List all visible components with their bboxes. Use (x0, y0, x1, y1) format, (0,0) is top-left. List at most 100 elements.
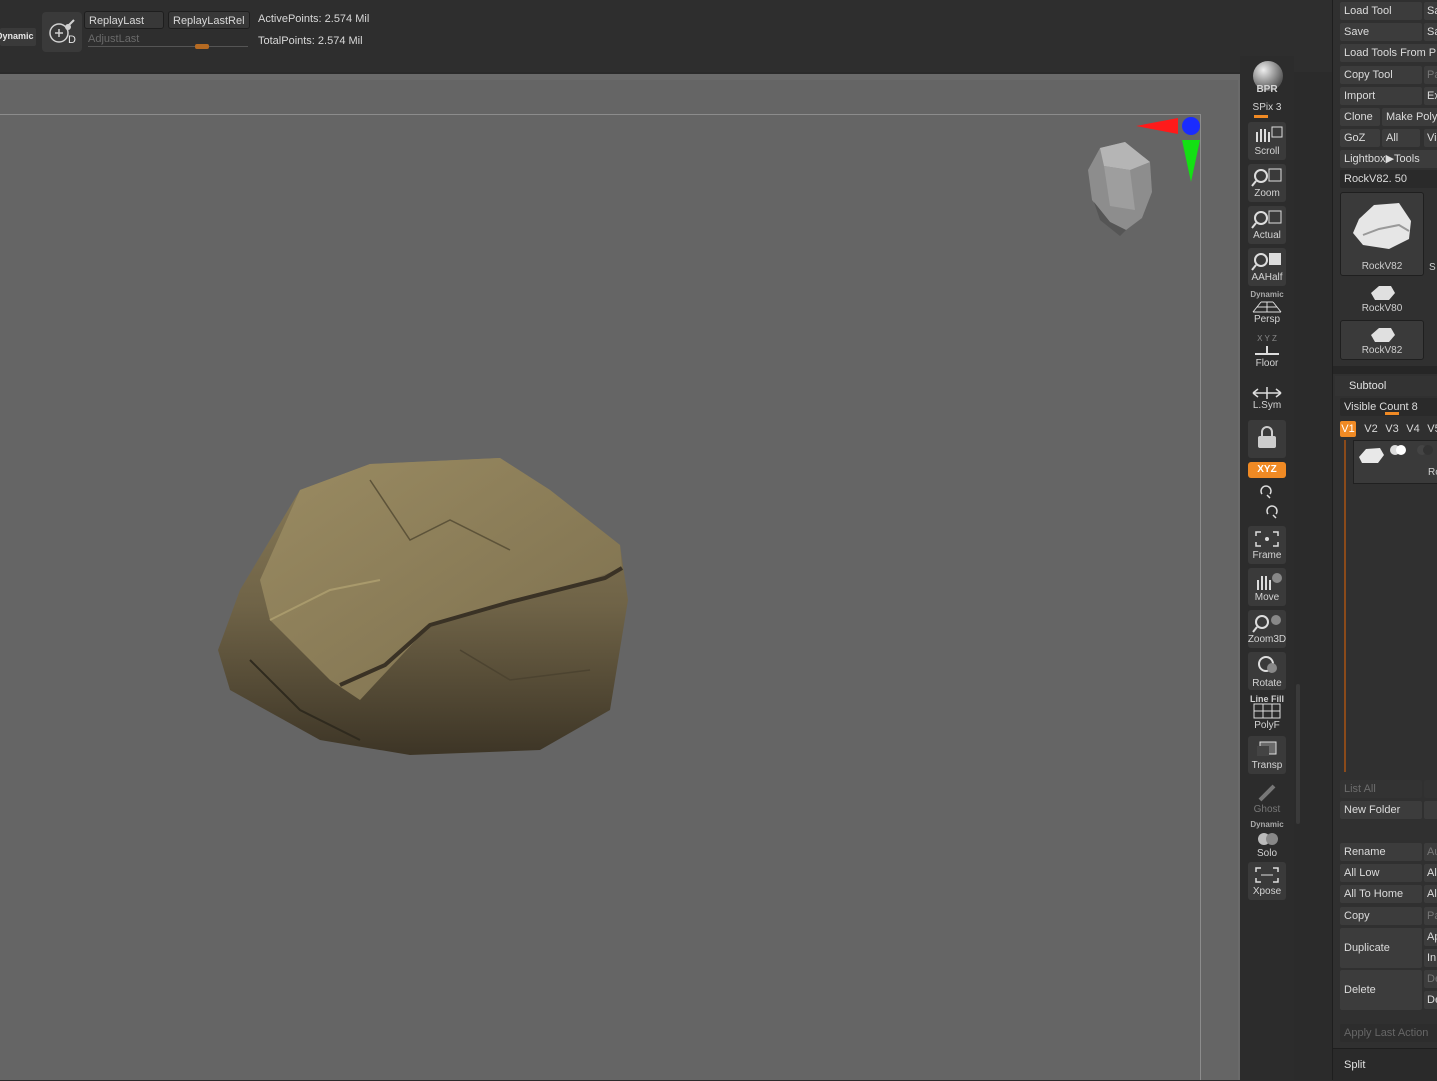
replay-last-button[interactable]: ReplayLast (84, 11, 164, 29)
tool-thumb-rockv82-small[interactable]: RockV82 (1340, 320, 1424, 360)
solo-button[interactable]: Dynamic Solo (1248, 820, 1286, 859)
actual-button[interactable]: Actual (1248, 206, 1286, 244)
transparency-icon (1257, 741, 1277, 756)
save-button[interactable]: Save (1340, 23, 1422, 41)
goz-visible-button[interactable]: Vi (1424, 129, 1437, 147)
all-to-target-button[interactable]: Al (1424, 885, 1437, 903)
document-canvas[interactable] (0, 80, 1238, 1080)
version-tab-v1[interactable]: V1 (1340, 421, 1356, 437)
xpose-button[interactable]: Xpose (1248, 862, 1286, 900)
ghost-button[interactable]: Ghost (1248, 778, 1286, 816)
transp-button[interactable]: Transp (1248, 736, 1286, 774)
rock-thumbnail-icon (1359, 448, 1384, 463)
floor-label: Floor (1255, 358, 1279, 369)
dynamic-brush-button[interactable]: D (42, 12, 82, 52)
floor-button[interactable]: X Y Z Floor (1248, 332, 1286, 370)
polyframe-grid-icon (1253, 703, 1281, 719)
subtool-item-label: RockV (1428, 467, 1437, 478)
tool-thumb-label: RockV80 (1361, 303, 1403, 314)
new-folder-extra[interactable] (1424, 801, 1437, 819)
import-button[interactable]: Import (1340, 87, 1422, 105)
zoom3d-icon (1252, 615, 1281, 633)
magnifier-icon (1251, 168, 1282, 187)
panel-divider (1333, 366, 1437, 374)
xyz-rotate-button[interactable]: XYZ (1248, 462, 1286, 478)
perspective-grid-icon (1252, 301, 1282, 313)
visible-count-thumb[interactable] (1385, 412, 1399, 415)
rename-button[interactable]: Rename (1340, 843, 1422, 861)
load-tools-from-project-button[interactable]: Load Tools From P (1340, 44, 1437, 62)
version-tab-v2[interactable]: V2 (1362, 421, 1380, 437)
persp-button[interactable]: Dynamic Persp (1248, 290, 1286, 328)
polyf-button[interactable]: Line Fill PolyF (1248, 694, 1286, 732)
shelf-scrollbar[interactable] (1296, 684, 1300, 824)
append-button[interactable]: Ap (1424, 928, 1437, 946)
load-tool-button[interactable]: Load Tool (1340, 2, 1422, 20)
clone-button[interactable]: Clone (1340, 108, 1380, 126)
subtool-header[interactable]: Subtool (1335, 376, 1437, 396)
spix-thumb[interactable] (1254, 115, 1268, 118)
z-rotate-icon[interactable] (1264, 504, 1284, 520)
dynamic-button[interactable]: Dynamic (0, 28, 36, 46)
all-to-home-button[interactable]: All To Home (1340, 885, 1422, 903)
aahalf-button[interactable]: AAHalf (1248, 248, 1286, 286)
floor-axes: X Y Z (1257, 334, 1277, 343)
slider-thumb[interactable] (195, 44, 209, 49)
delete-other-button[interactable]: De (1424, 970, 1437, 988)
new-folder-button[interactable]: New Folder (1340, 801, 1422, 819)
paste-tool-button[interactable]: Pa (1424, 66, 1437, 84)
auto-reorder-button[interactable]: Au (1424, 843, 1437, 861)
apply-last-action-button[interactable]: Apply Last Action (1340, 1024, 1437, 1042)
rotate-label: Rotate (1252, 678, 1282, 689)
tool-thumb-rockv82-large[interactable]: RockV82 (1340, 192, 1424, 276)
move-label: Move (1254, 592, 1280, 603)
rotate-button[interactable]: Rotate (1248, 652, 1286, 690)
symmetry-arrows-icon (1252, 387, 1282, 399)
bpr-button[interactable]: BPR (1248, 60, 1286, 98)
current-tool-slider[interactable]: RockV82. 50 (1340, 170, 1437, 188)
save-as-button[interactable]: Sa (1424, 2, 1437, 20)
insert-button[interactable]: In (1424, 949, 1437, 967)
adjust-last-label: AdjustLast (88, 33, 140, 45)
goz-all-button[interactable]: All (1382, 129, 1420, 147)
spix-slider[interactable]: SPix 3 (1240, 100, 1294, 118)
tool-thumb-rockv80[interactable]: RockV80 (1340, 278, 1424, 318)
zoom-button[interactable]: Zoom (1248, 164, 1286, 202)
all-low-button[interactable]: All Low (1340, 864, 1422, 882)
move-button[interactable]: Move (1248, 568, 1286, 606)
axis-gizmo-icon[interactable] (1130, 112, 1210, 192)
scroll-button[interactable]: Scroll (1248, 122, 1286, 160)
dynamic-key: D (68, 34, 76, 46)
zoom3d-button[interactable]: Zoom3D (1248, 610, 1286, 648)
subtool-toggle-icons[interactable] (1388, 443, 1437, 457)
paste-button[interactable]: Pa (1424, 907, 1437, 925)
frame-icon (1255, 531, 1279, 547)
subtool-item[interactable]: RockV (1353, 440, 1437, 484)
version-tab-v5[interactable]: V5 (1425, 421, 1437, 437)
lightbox-tools-button[interactable]: Lightbox▶Tools (1340, 150, 1437, 168)
all-high-button[interactable]: Al (1424, 864, 1437, 882)
delete-button[interactable]: Delete (1340, 970, 1422, 1010)
y-rotate-icon[interactable] (1258, 484, 1278, 500)
frame-button[interactable]: Frame (1248, 526, 1286, 564)
version-tab-v4[interactable]: V4 (1404, 421, 1422, 437)
replay-last-rel-button[interactable]: ReplayLastRel (168, 11, 250, 29)
save-as-button-2[interactable]: Sa (1424, 23, 1437, 41)
make-polymesh-button[interactable]: Make Poly (1382, 108, 1437, 126)
lock-camera-button[interactable] (1248, 420, 1286, 458)
delete-all-button[interactable]: De (1424, 991, 1437, 1009)
rock-model[interactable] (210, 450, 640, 760)
export-button[interactable]: Ex (1424, 87, 1437, 105)
list-all-button[interactable]: List All (1340, 780, 1422, 798)
split-header[interactable]: Split (1333, 1048, 1437, 1081)
version-tab-v3[interactable]: V3 (1383, 421, 1401, 437)
adjust-last-slider[interactable]: AdjustLast (84, 31, 248, 51)
lsym-button[interactable]: L.Sym (1248, 378, 1286, 416)
persp-label: Persp (1253, 314, 1281, 325)
goz-button[interactable]: GoZ (1340, 129, 1380, 147)
copy-button[interactable]: Copy (1340, 907, 1422, 925)
copy-tool-button[interactable]: Copy Tool (1340, 66, 1422, 84)
duplicate-button[interactable]: Duplicate (1340, 928, 1422, 968)
rock-thumbnail-icon (1353, 203, 1411, 249)
list-all-extra[interactable] (1424, 780, 1437, 798)
